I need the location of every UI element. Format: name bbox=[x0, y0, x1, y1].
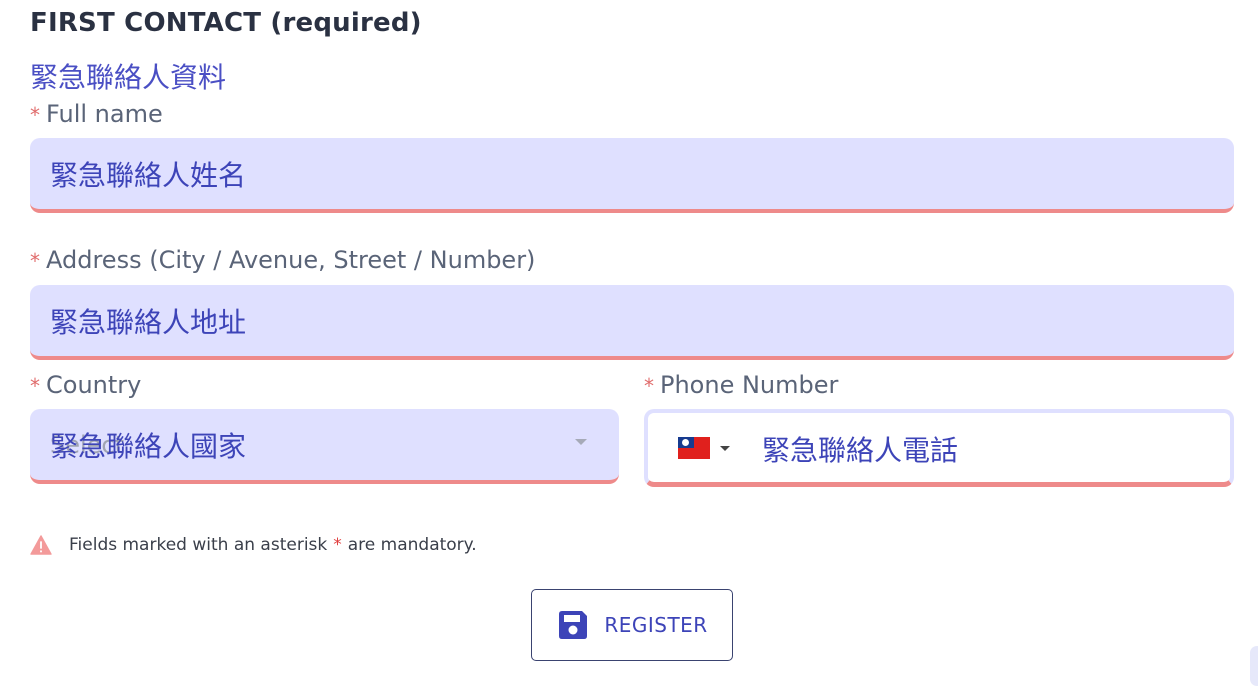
register-button[interactable]: REGISTER bbox=[531, 589, 733, 661]
phone-label-text: Phone Number bbox=[660, 371, 839, 399]
address-value: 緊急聯絡人地址 bbox=[50, 305, 247, 339]
country-select[interactable]: Select 緊急聯絡人國家 bbox=[30, 409, 619, 484]
required-asterisk: * bbox=[30, 103, 40, 127]
address-label: * Address (City / Avenue, Street / Number… bbox=[30, 246, 535, 274]
full-name-label-text: Full name bbox=[46, 100, 163, 128]
full-name-value: 緊急聯絡人姓名 bbox=[50, 158, 247, 192]
register-button-label: REGISTER bbox=[604, 613, 708, 637]
address-input[interactable]: 緊急聯絡人地址 bbox=[30, 285, 1234, 360]
section-subtitle: 緊急聯絡人資料 bbox=[30, 61, 227, 94]
country-value: 緊急聯絡人國家 bbox=[50, 429, 247, 463]
warning-icon bbox=[30, 535, 52, 555]
required-asterisk: * bbox=[644, 374, 654, 398]
notice-text-before: Fields marked with an asterisk bbox=[69, 535, 328, 555]
mandatory-notice: Fields marked with an asterisk * are man… bbox=[30, 535, 477, 555]
notice-asterisk: * bbox=[333, 535, 342, 555]
taiwan-flag-icon[interactable] bbox=[678, 437, 710, 459]
save-icon bbox=[559, 611, 588, 639]
full-name-label: * Full name bbox=[30, 100, 163, 128]
phone-value: 緊急聯絡人電話 bbox=[762, 434, 959, 467]
required-asterisk: * bbox=[30, 249, 40, 273]
phone-label: * Phone Number bbox=[644, 371, 838, 399]
required-asterisk: * bbox=[30, 374, 40, 398]
chevron-down-icon[interactable] bbox=[575, 439, 587, 445]
full-name-input[interactable]: 緊急聯絡人姓名 bbox=[30, 138, 1234, 213]
edge-handle bbox=[1250, 646, 1258, 686]
country-label: * Country bbox=[30, 371, 141, 399]
address-label-text: Address (City / Avenue, Street / Number) bbox=[46, 246, 536, 274]
country-label-text: Country bbox=[46, 371, 142, 399]
country-code-dropdown-icon[interactable] bbox=[720, 446, 730, 451]
notice-text-after: are mandatory. bbox=[347, 535, 477, 555]
phone-input[interactable]: 緊急聯絡人電話 bbox=[644, 409, 1234, 487]
section-title: FIRST CONTACT (required) bbox=[30, 8, 422, 38]
